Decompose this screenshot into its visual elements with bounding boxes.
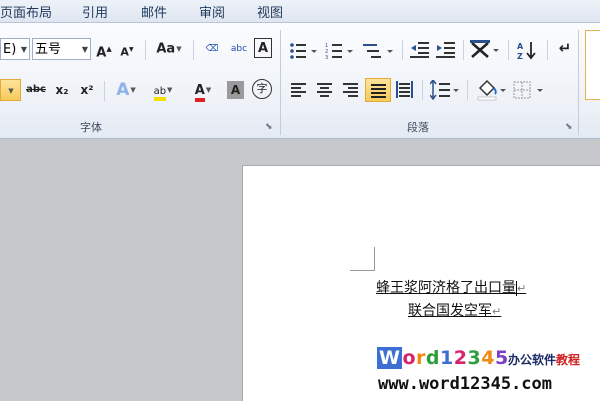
separator [463, 40, 464, 60]
change-case-button[interactable]: Aa▼ [152, 37, 186, 61]
align-right-icon[interactable] [343, 82, 359, 98]
paragraph-dialog-launcher-icon[interactable]: ⬊ [565, 122, 573, 132]
chevron-down-icon: ▼ [176, 45, 182, 53]
phonetic-icon: abc [230, 44, 248, 54]
separator [547, 40, 548, 60]
chevron-down-icon: ▼ [205, 86, 212, 94]
multilevel-list-icon[interactable] [363, 42, 395, 60]
chevron-down-icon[interactable]: ▼ [82, 39, 88, 61]
svg-text:Z: Z [517, 52, 523, 60]
text-effects-button[interactable]: A▼ [111, 78, 141, 102]
justify-button[interactable] [365, 78, 391, 102]
margin-corner-mark [350, 270, 375, 271]
tab-page-layout[interactable]: 页面布局 [0, 2, 52, 21]
font-size-value: 五号 [35, 42, 62, 57]
document-line-2[interactable]: 联合国发空军↵ [408, 300, 501, 320]
decrease-indent-icon[interactable] [410, 41, 430, 59]
superscript-button[interactable]: x² [76, 78, 98, 102]
show-formatting-marks-button[interactable]: ↵ [556, 36, 574, 60]
increase-indent-icon[interactable] [436, 41, 456, 59]
tab-view[interactable]: 视图 [257, 2, 283, 21]
paint-bucket-icon[interactable] [476, 79, 508, 101]
separator [145, 40, 146, 60]
pilcrow-icon: ↵ [558, 39, 572, 57]
subscript-button[interactable]: x₂ [51, 78, 73, 102]
chevron-down-icon: ▼ [130, 86, 136, 94]
chevron-down-icon[interactable]: ▼ [21, 39, 27, 61]
enclose-characters-button[interactable]: 字 [252, 79, 272, 99]
chevron-down-icon: ▼ [167, 86, 173, 94]
underline-dropdown-button[interactable]: ▼ [0, 79, 21, 101]
paragraph-mark-icon: ↵ [492, 305, 502, 318]
styles-gallery[interactable] [585, 30, 600, 100]
sort-icon[interactable]: A Z [517, 40, 539, 60]
watermark-logo: Word12345 [377, 347, 509, 369]
watermark-tagline: 办公软件教程 [508, 353, 581, 367]
character-shading-button[interactable]: A [227, 81, 244, 99]
borders-icon[interactable] [513, 80, 547, 100]
text-highlight-button[interactable]: ab▼ [145, 78, 181, 102]
chinese-layout-icon[interactable] [470, 40, 500, 60]
align-center-icon[interactable] [317, 82, 333, 98]
strikethrough-button[interactable]: abc [24, 78, 48, 102]
paragraph-group-label: 段落 [407, 121, 429, 134]
font-group-label: 字体 [80, 121, 102, 134]
character-border-button[interactable]: A [254, 38, 272, 58]
separator [402, 40, 403, 60]
distributed-icon[interactable] [396, 81, 414, 99]
chevron-down-icon: ▼ [8, 87, 14, 95]
svg-text:A: A [517, 42, 524, 51]
font-color-button[interactable]: A▼ [186, 78, 220, 102]
svg-text:3: 3 [325, 55, 328, 60]
eraser-icon: ⌫ [205, 44, 219, 54]
margin-corner-mark [374, 247, 375, 271]
tab-mailings[interactable]: 邮件 [141, 2, 167, 21]
font-dialog-launcher-icon[interactable]: ⬊ [265, 122, 273, 132]
separator [193, 40, 194, 60]
justify-icon [371, 84, 386, 98]
phonetic-guide-button[interactable]: abc [227, 37, 251, 61]
line-spacing-icon[interactable] [430, 80, 460, 100]
separator [104, 81, 105, 101]
grow-font-button[interactable]: A▲ [95, 37, 113, 61]
separator [508, 40, 509, 60]
tab-review[interactable]: 审阅 [199, 2, 225, 21]
document-line-1[interactable]: 蜂王浆阿济格了出口量↵ [376, 277, 526, 297]
group-separator [578, 30, 579, 135]
bullets-icon[interactable] [289, 42, 319, 60]
font-name-combo[interactable]: E) ▼ [0, 38, 30, 60]
ribbon-tab-bar: 页面布局 引用 邮件 审阅 视图 [0, 0, 600, 23]
separator [422, 80, 423, 100]
paragraph-mark-icon: ↵ [517, 282, 527, 295]
highlighter-icon: ab [153, 85, 167, 101]
shrink-font-button[interactable]: A▼ [118, 38, 136, 62]
text-effects-icon: A [116, 80, 130, 100]
numbering-icon[interactable]: 1 2 3 [325, 42, 355, 60]
group-separator [280, 30, 281, 135]
font-size-combo[interactable]: 五号 ▼ [32, 38, 91, 60]
font-name-value: E) [3, 42, 17, 57]
align-left-icon[interactable] [291, 82, 307, 98]
separator [467, 80, 468, 100]
tab-references[interactable]: 引用 [82, 2, 108, 21]
watermark-url: www.word12345.com [378, 374, 552, 394]
clear-format-button[interactable]: ⌫ [200, 37, 224, 61]
